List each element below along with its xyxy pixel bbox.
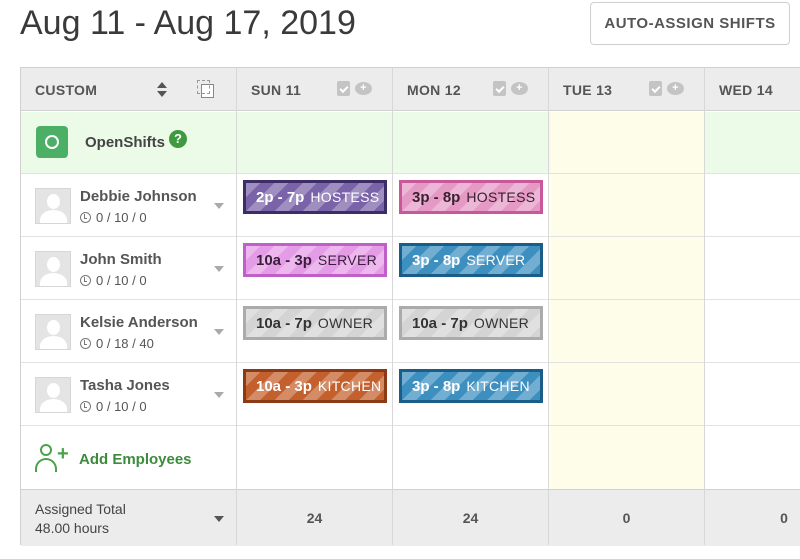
schedule-header: CUSTOM SUN 11 + MON 12 + TUE 13 + WED 14 [21, 68, 800, 111]
column-divider [548, 68, 549, 545]
page-title: Aug 11 - Aug 17, 2019 [20, 4, 356, 42]
employee-name: Tasha Jones [80, 377, 170, 394]
schedule-grid: CUSTOM SUN 11 + MON 12 + TUE 13 + WED 14… [20, 67, 800, 546]
shift-time: 2p - 7p [256, 188, 305, 206]
hours-text: 0 / 10 / 0 [96, 273, 147, 288]
chevron-down-icon[interactable] [214, 392, 224, 398]
shift-role: KITCHEN [317, 378, 382, 394]
employee-hours: 0 / 10 / 0 [80, 273, 147, 288]
avatar [35, 251, 71, 287]
shift-time: 10a - 3p [256, 377, 312, 395]
shift-block[interactable]: 3p - 8p HOSTESS [399, 180, 543, 214]
publish-check-icon[interactable] [337, 81, 350, 96]
employee-name: Debbie Johnson [80, 188, 197, 205]
assigned-total-hours: 48.00 hours [35, 520, 109, 536]
hours-text: 0 / 18 / 40 [96, 336, 154, 351]
shift-block[interactable]: 3p - 8p SERVER [399, 243, 543, 277]
employee-hours: 0 / 10 / 0 [80, 399, 147, 414]
column-divider [236, 68, 237, 545]
day-total: 24 [462, 510, 479, 526]
chevron-down-icon[interactable] [214, 203, 224, 209]
shift-time: 10a - 3p [256, 251, 312, 269]
avatar [35, 377, 71, 413]
day-label: WED 14 [719, 81, 773, 98]
notes-icon[interactable]: + [667, 82, 684, 95]
shift-role: HOSTESS [466, 189, 536, 205]
assigned-total-row: Assigned Total 48.00 hours 24 24 0 0 [21, 489, 800, 546]
shift-block[interactable]: 10a - 3p KITCHEN [243, 369, 387, 403]
open-shifts-row: OpenShifts ? [21, 112, 800, 174]
auto-assign-shifts-button[interactable]: AUTO-ASSIGN SHIFTS [590, 2, 790, 45]
sort-column-header[interactable]: CUSTOM [21, 68, 236, 111]
shift-block[interactable]: 10a - 3p SERVER [243, 243, 387, 277]
add-employees-row: + Add Employees [21, 427, 800, 489]
assigned-total-dropdown[interactable]: Assigned Total 48.00 hours [21, 490, 236, 546]
day-total: 0 [622, 510, 631, 526]
avatar [35, 188, 71, 224]
hours-text: 0 / 10 / 0 [96, 399, 147, 414]
day-header-tue[interactable]: TUE 13 + [549, 68, 704, 111]
employee-name: Kelsie Anderson [80, 314, 198, 331]
day-label: MON 12 [407, 81, 461, 98]
open-shifts-label: OpenShifts [85, 134, 166, 151]
notes-icon[interactable]: + [355, 82, 372, 95]
clock-icon [80, 338, 91, 349]
open-shifts-logo-icon [36, 126, 68, 158]
day-header-mon[interactable]: MON 12 + [393, 68, 548, 111]
sort-label: CUSTOM [35, 81, 98, 98]
publish-check-icon[interactable] [649, 81, 662, 96]
shift-role: KITCHEN [466, 378, 530, 394]
copy-icon[interactable] [197, 80, 214, 98]
employee-hours: 0 / 18 / 40 [80, 336, 154, 351]
add-user-icon: + [35, 443, 69, 475]
clock-icon [80, 275, 91, 286]
shift-time: 3p - 8p [412, 251, 461, 269]
avatar [35, 314, 71, 350]
notes-icon[interactable]: + [511, 82, 528, 95]
add-employees-label: Add Employees [79, 451, 192, 468]
employee-cell[interactable]: John Smith 0 / 10 / 0 [21, 238, 236, 300]
shift-time: 3p - 8p [412, 188, 461, 206]
day-header-sun[interactable]: SUN 11 + [237, 68, 392, 111]
shift-block[interactable]: 10a - 7p OWNER [243, 306, 387, 340]
shift-time: 10a - 7p [412, 314, 468, 332]
shift-block[interactable]: 2p - 7p HOSTESS [243, 180, 387, 214]
shift-role: SERVER [466, 252, 526, 268]
chevron-down-icon[interactable] [214, 329, 224, 335]
shift-time: 10a - 7p [256, 314, 312, 332]
shift-time: 3p - 8p [412, 377, 461, 395]
hours-text: 0 / 10 / 0 [96, 210, 147, 225]
shift-role: SERVER [317, 252, 377, 268]
employee-cell[interactable]: Tasha Jones 0 / 10 / 0 [21, 364, 236, 426]
today-column-highlight [550, 112, 705, 173]
employee-name: John Smith [80, 251, 162, 268]
shift-role: OWNER [473, 315, 530, 331]
shift-role: OWNER [317, 315, 374, 331]
clock-icon [80, 212, 91, 223]
chevron-down-icon[interactable] [214, 266, 224, 272]
day-total: 24 [306, 510, 323, 526]
sort-arrows-icon[interactable] [157, 80, 167, 100]
column-divider [704, 68, 705, 545]
clock-icon [80, 401, 91, 412]
employee-cell[interactable]: Debbie Johnson 0 / 10 / 0 [21, 175, 236, 237]
publish-check-icon[interactable] [493, 81, 506, 96]
employee-cell[interactable]: Kelsie Anderson 0 / 18 / 40 [21, 301, 236, 363]
assigned-total-label: Assigned Total [35, 501, 126, 517]
help-icon[interactable]: ? [169, 130, 187, 148]
chevron-down-icon[interactable] [214, 516, 224, 522]
day-label: SUN 11 [251, 81, 302, 98]
day-header-wed[interactable]: WED 14 [705, 68, 800, 111]
employee-hours: 0 / 10 / 0 [80, 210, 147, 225]
day-total: 0 [780, 510, 788, 526]
shift-block[interactable]: 10a - 7p OWNER [399, 306, 543, 340]
column-divider [392, 68, 393, 545]
day-label: TUE 13 [563, 81, 613, 98]
shift-block[interactable]: 3p - 8p KITCHEN [399, 369, 543, 403]
shift-role: HOSTESS [310, 189, 380, 205]
add-employees-button[interactable]: + Add Employees [21, 427, 236, 489]
